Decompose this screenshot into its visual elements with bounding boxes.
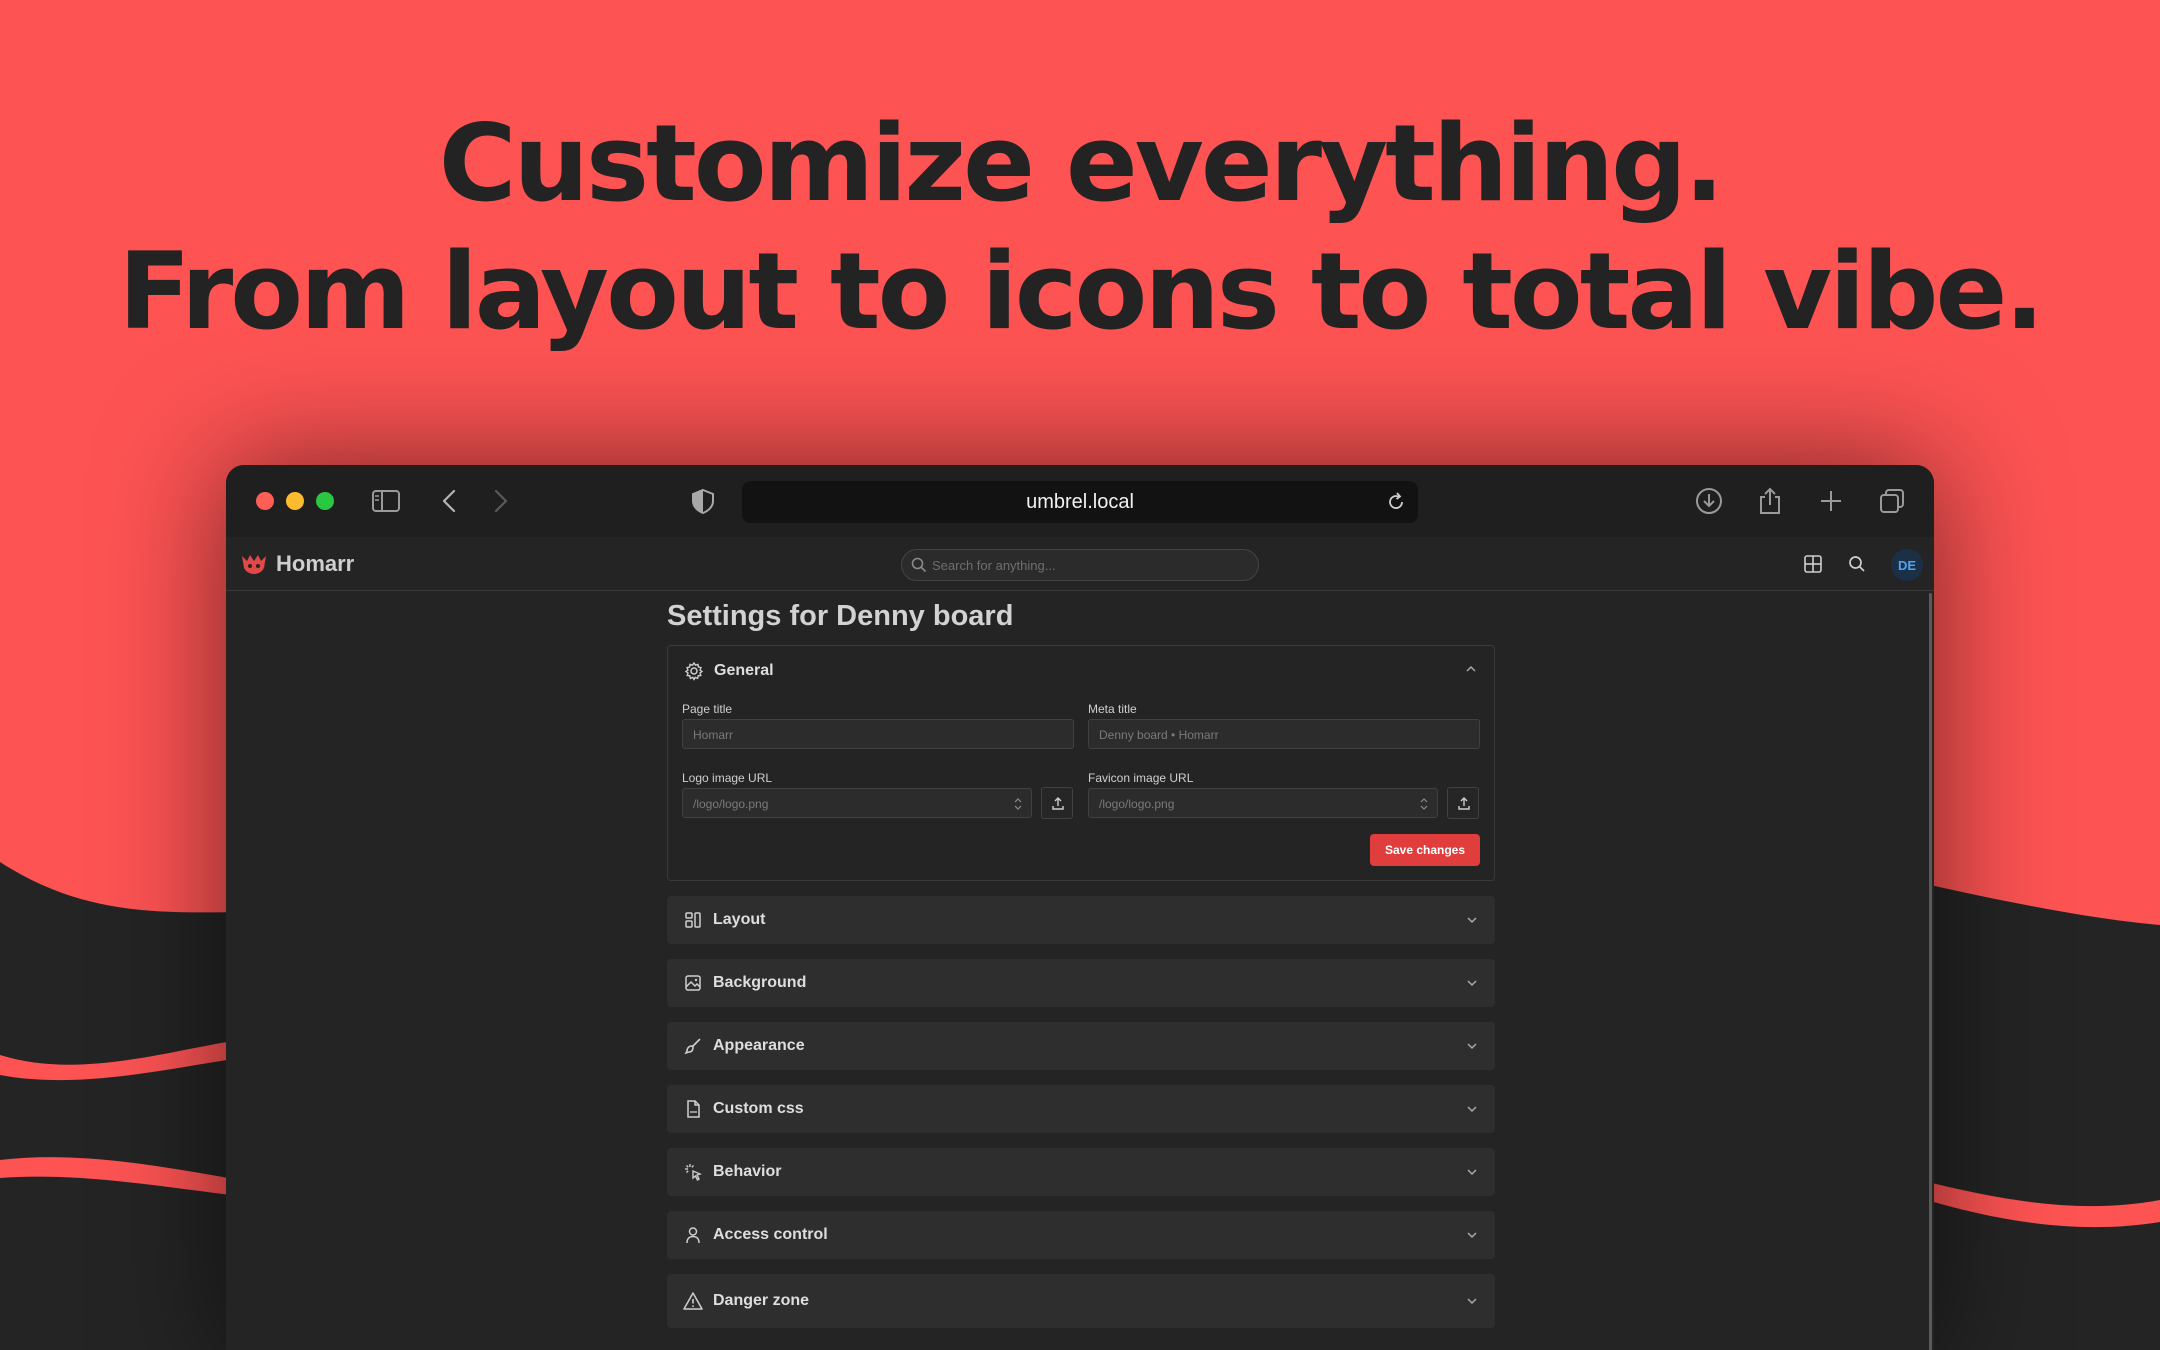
layout-section-header[interactable]: Layout bbox=[683, 909, 765, 931]
gear-icon bbox=[684, 661, 704, 681]
search-icon bbox=[911, 557, 927, 573]
general-section: General Page title Homarr Meta title Den… bbox=[667, 645, 1495, 881]
app-name: Homarr bbox=[276, 551, 355, 576]
logo-upload-button[interactable] bbox=[1041, 787, 1073, 819]
layout-section[interactable]: Layout bbox=[667, 896, 1495, 944]
reload-icon[interactable] bbox=[1384, 490, 1408, 514]
warning-icon bbox=[683, 1292, 703, 1310]
settings-content: Settings for Denny board General Page ti… bbox=[667, 591, 1495, 1328]
homarr-logo-icon bbox=[242, 555, 266, 574]
forward-icon[interactable] bbox=[484, 485, 516, 517]
headline-line-1: Customize everything. bbox=[438, 102, 1724, 225]
brand[interactable]: Homarr bbox=[240, 551, 354, 577]
search-placeholder: Search for anything... bbox=[932, 558, 1056, 573]
meta-title-label: Meta title bbox=[1088, 702, 1137, 716]
pointer-icon bbox=[685, 1164, 702, 1182]
header-search-icon[interactable] bbox=[1846, 553, 1868, 575]
access-control-section[interactable]: Access control bbox=[667, 1211, 1495, 1259]
headline: Customize everything. From layout to ico… bbox=[0, 100, 2160, 356]
user-icon bbox=[686, 1227, 700, 1244]
select-arrows-icon bbox=[1420, 798, 1428, 810]
meta-title-input[interactable]: Denny board • Homarr bbox=[1088, 719, 1480, 749]
chevron-down-icon[interactable] bbox=[1465, 1039, 1479, 1053]
background-section-header[interactable]: Background bbox=[683, 972, 806, 994]
new-tab-icon[interactable] bbox=[1815, 485, 1847, 517]
access-control-section-header[interactable]: Access control bbox=[683, 1224, 828, 1246]
chevron-up-icon[interactable] bbox=[1464, 662, 1478, 676]
image-icon bbox=[685, 975, 701, 991]
back-icon[interactable] bbox=[434, 485, 466, 517]
page-title-input[interactable]: Homarr bbox=[682, 719, 1074, 749]
favicon-upload-button[interactable] bbox=[1447, 787, 1479, 819]
general-section-label: General bbox=[714, 662, 774, 679]
behavior-section[interactable]: Behavior bbox=[667, 1148, 1495, 1196]
custom-css-section-label: Custom css bbox=[713, 1100, 804, 1117]
chevron-down-icon[interactable] bbox=[1465, 913, 1479, 927]
layout-section-label: Layout bbox=[713, 911, 766, 928]
browser-toolbar: umbrel.local bbox=[226, 465, 1934, 537]
tabs-overview-icon[interactable] bbox=[1876, 485, 1908, 517]
general-section-header[interactable]: General bbox=[684, 660, 774, 682]
logo-url-input-value: /logo/logo.png bbox=[693, 797, 769, 811]
scrollbar[interactable] bbox=[1929, 593, 1932, 1350]
url-text: umbrel.local bbox=[1026, 491, 1134, 513]
zoom-window-button[interactable] bbox=[316, 492, 334, 510]
behavior-section-header[interactable]: Behavior bbox=[683, 1161, 781, 1183]
custom-css-section[interactable]: Custom css bbox=[667, 1085, 1495, 1133]
upload-icon bbox=[1458, 797, 1470, 810]
sidebar-icon[interactable] bbox=[370, 485, 402, 517]
save-changes-button[interactable]: Save changes bbox=[1370, 834, 1480, 866]
logo-url-label: Logo image URL bbox=[682, 771, 773, 785]
appearance-section[interactable]: Appearance bbox=[667, 1022, 1495, 1070]
logo-url-input[interactable]: /logo/logo.png bbox=[682, 788, 1032, 818]
background-section-label: Background bbox=[713, 974, 807, 991]
layout-grid-icon[interactable] bbox=[1802, 553, 1824, 575]
chevron-down-icon[interactable] bbox=[1465, 1102, 1479, 1116]
chevron-down-icon[interactable] bbox=[1465, 1294, 1479, 1308]
brush-icon bbox=[684, 1038, 701, 1055]
address-bar[interactable]: umbrel.local bbox=[742, 481, 1418, 523]
upload-icon bbox=[1052, 797, 1064, 810]
appearance-section-header[interactable]: Appearance bbox=[683, 1035, 805, 1057]
behavior-section-label: Behavior bbox=[713, 1163, 782, 1180]
danger-zone-section-label: Danger zone bbox=[713, 1292, 810, 1309]
share-icon[interactable] bbox=[1754, 485, 1786, 517]
danger-zone-section-header[interactable]: Danger zone bbox=[683, 1290, 809, 1312]
app-header: Homarr Search for anything... DE bbox=[226, 537, 1934, 591]
layout-icon bbox=[685, 912, 701, 928]
access-control-section-label: Access control bbox=[713, 1226, 828, 1243]
download-icon[interactable] bbox=[1693, 485, 1725, 517]
select-arrows-icon bbox=[1014, 798, 1022, 810]
background-section[interactable]: Background bbox=[667, 959, 1495, 1007]
page-title-input-value: Homarr bbox=[693, 728, 734, 742]
danger-zone-section[interactable]: Danger zone bbox=[667, 1274, 1495, 1328]
avatar[interactable]: DE bbox=[1891, 549, 1923, 581]
favicon-url-input[interactable]: /logo/logo.png bbox=[1088, 788, 1438, 818]
chevron-down-icon[interactable] bbox=[1465, 976, 1479, 990]
appearance-section-label: Appearance bbox=[713, 1037, 805, 1054]
chevron-down-icon[interactable] bbox=[1465, 1228, 1479, 1242]
browser-window: umbrel.local Homarr Search for anything.… bbox=[226, 465, 1934, 1350]
close-window-button[interactable] bbox=[256, 492, 274, 510]
page-title: Settings for Denny board bbox=[667, 600, 1014, 632]
favicon-url-input-value: /logo/logo.png bbox=[1099, 797, 1175, 811]
shield-icon[interactable] bbox=[687, 485, 719, 517]
headline-line-2: From layout to icons to total vibe. bbox=[118, 230, 2044, 353]
favicon-url-label: Favicon image URL bbox=[1088, 771, 1194, 785]
search-input[interactable]: Search for anything... bbox=[901, 549, 1259, 581]
custom-css-section-header[interactable]: Custom css bbox=[683, 1098, 804, 1120]
minimize-window-button[interactable] bbox=[286, 492, 304, 510]
page-title-label: Page title bbox=[682, 702, 733, 716]
css-file-icon bbox=[687, 1100, 700, 1118]
meta-title-input-value: Denny board • Homarr bbox=[1099, 728, 1219, 742]
chevron-down-icon[interactable] bbox=[1465, 1165, 1479, 1179]
